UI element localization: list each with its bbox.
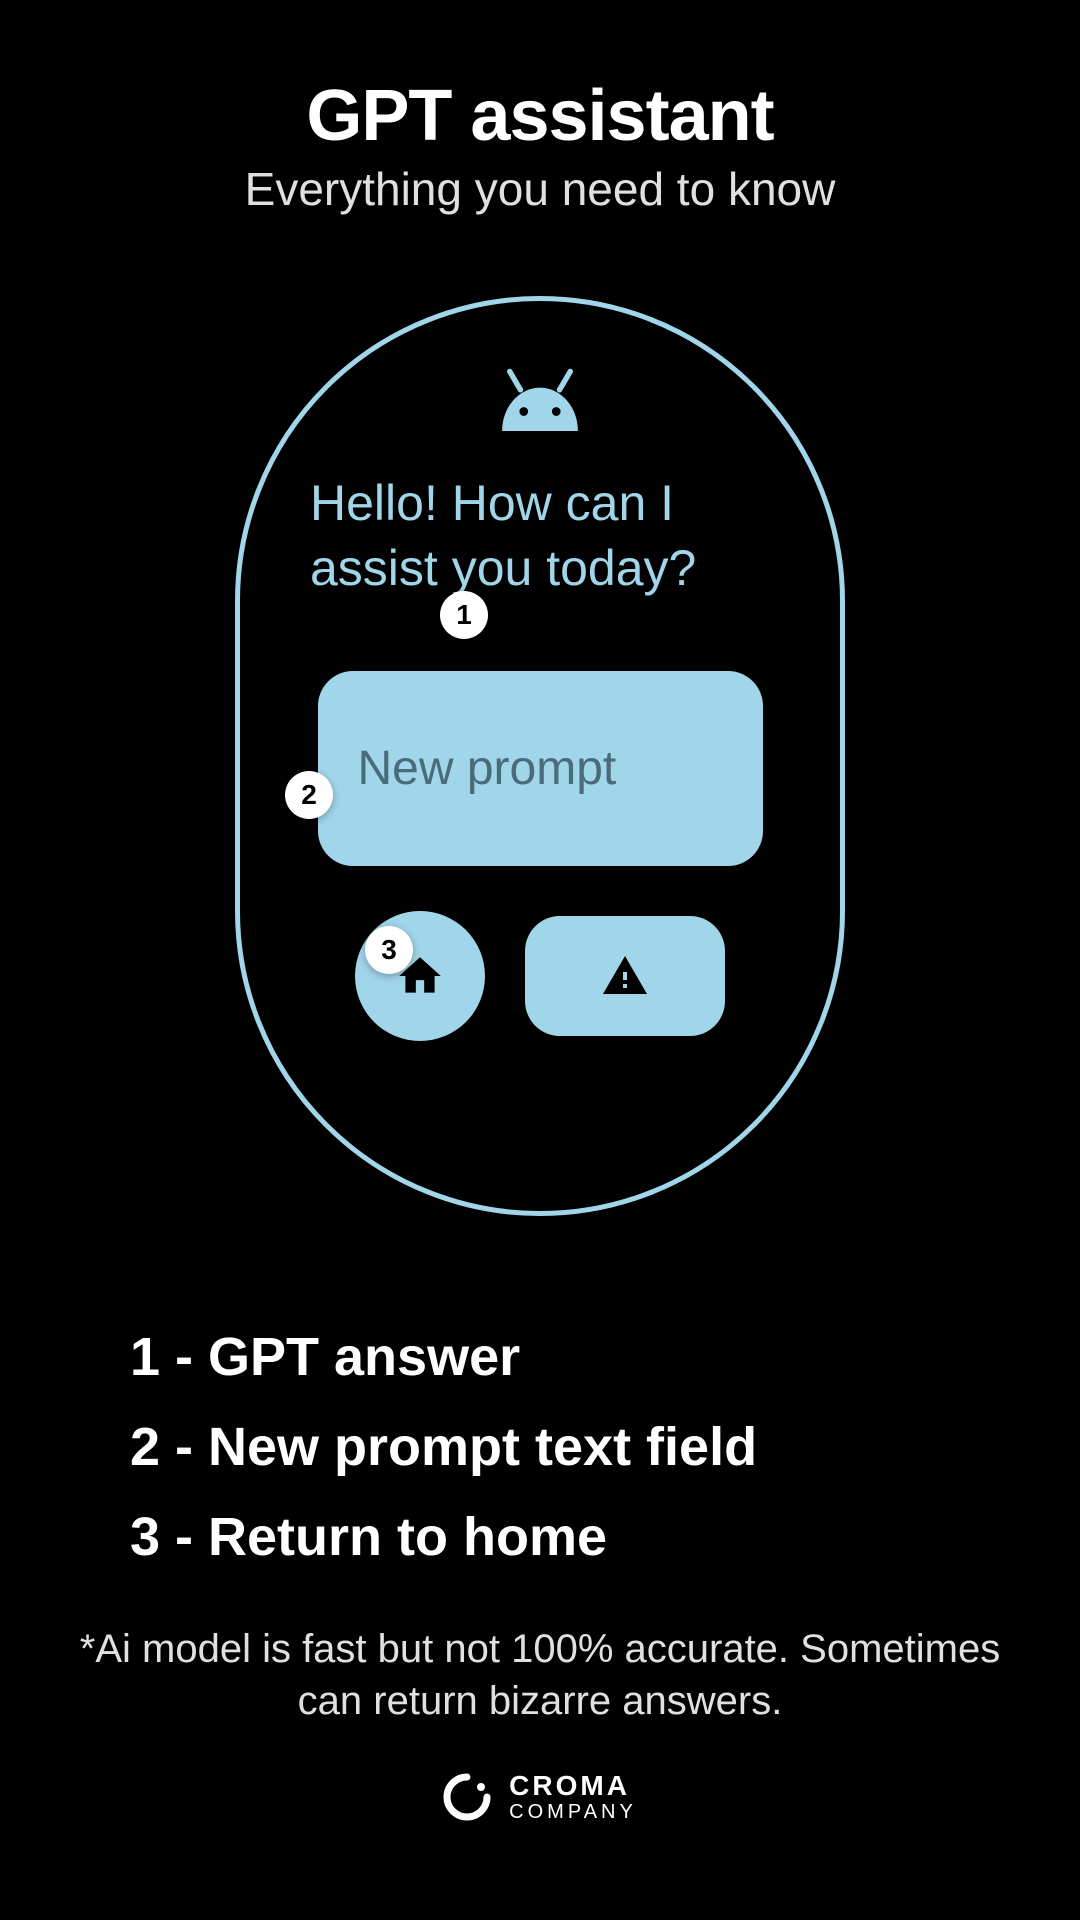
callout-marker-3: 3 [365,926,413,974]
legend-item-3: 3 - Return to home [130,1506,1080,1568]
callout-marker-2: 2 [285,771,333,819]
croma-logo-icon [443,1773,491,1821]
legend-item-1: 1 - GPT answer [130,1326,1080,1388]
warning-button[interactable] [525,916,725,1036]
watch-container: Hello! How can I assist you today? New p… [235,296,845,1216]
company-name: CROMA [509,1772,637,1800]
button-row [355,911,725,1041]
legend: 1 - GPT answer 2 - New prompt text field… [0,1326,1080,1568]
prompt-input[interactable]: New prompt [318,671,763,866]
warning-icon [601,952,649,1000]
prompt-placeholder: New prompt [358,741,617,796]
disclaimer-text: *Ai model is fast but not 100% accurate.… [0,1623,1080,1727]
page-subtitle: Everything you need to know [0,162,1080,216]
watch-frame: Hello! How can I assist you today? New p… [235,296,845,1216]
header: GPT assistant Everything you need to kno… [0,0,1080,216]
page-title: GPT assistant [0,75,1080,157]
callout-marker-1: 1 [440,591,488,639]
legend-item-2: 2 - New prompt text field [130,1416,1080,1478]
android-icon [485,366,595,431]
watch-screen: Hello! How can I assist you today? New p… [240,301,840,1211]
gpt-answer-text: Hello! How can I assist you today? [295,471,785,601]
logo-text: CROMA COMPANY [509,1772,637,1822]
company-sub: COMPANY [509,1802,637,1822]
footer-logo: CROMA COMPANY [0,1772,1080,1822]
